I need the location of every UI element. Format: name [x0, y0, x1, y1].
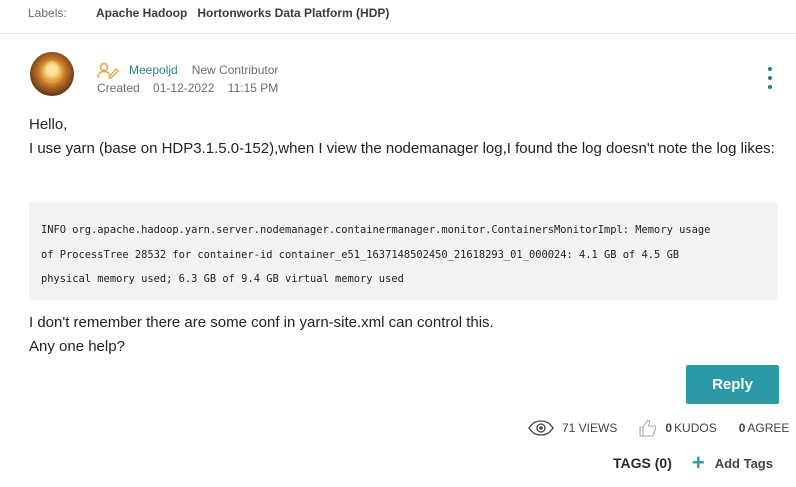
author-name[interactable]: Meepoljd	[129, 63, 178, 77]
stats-row: 71 VIEWS 0 KUDOS 0 AGREE	[528, 419, 789, 437]
kebab-dot	[768, 67, 772, 71]
body-line: I don't remember there are some conf in …	[29, 314, 494, 331]
label-hdp[interactable]: Hortonworks Data Platform (HDP)	[197, 6, 389, 20]
add-tags-button[interactable]: + Add Tags	[691, 450, 773, 475]
views-stat: 71 VIEWS	[528, 420, 639, 436]
post-body-continued: I don't remember there are some conf in …	[29, 311, 494, 359]
body-line: I use yarn (base on HDP3.1.5.0-152),when…	[29, 140, 775, 157]
labels-caption: Labels:	[28, 6, 67, 20]
eye-icon	[528, 420, 554, 436]
code-block: INFO org.apache.hadoop.yarn.server.nodem…	[29, 202, 778, 300]
reply-button[interactable]: Reply	[686, 365, 779, 404]
tags-label: TAGS (0)	[613, 455, 672, 471]
views-count: 71 VIEWS	[562, 421, 618, 435]
kebab-menu-icon[interactable]	[764, 67, 776, 89]
divider	[0, 33, 796, 34]
body-line: Any one help?	[29, 338, 125, 355]
kudos-stat[interactable]: 0 KUDOS	[639, 419, 738, 437]
body-line: Hello,	[29, 116, 68, 133]
code-line: INFO org.apache.hadoop.yarn.server.nodem…	[41, 224, 711, 236]
author-rank: New Contributor	[191, 63, 279, 77]
created-label: Created	[97, 81, 140, 95]
created-row: Created 01-12-2022 11:15 PM	[97, 81, 288, 95]
post-body: Hello, I use yarn (base on HDP3.1.5.0-15…	[29, 113, 789, 161]
kebab-dot	[768, 76, 772, 80]
agree-count: 0	[738, 421, 746, 435]
kudos-label: KUDOS	[674, 421, 717, 435]
pencil-person-icon	[97, 62, 119, 79]
kudos-count: 0	[665, 421, 673, 435]
author-row: Meepoljd New Contributor	[97, 61, 278, 79]
add-tags-label: Add Tags	[714, 455, 773, 471]
tags-row: TAGS (0) + Add Tags	[613, 450, 773, 475]
plus-icon: +	[691, 450, 705, 475]
created-time: 11:15 PM	[227, 81, 279, 95]
agree-stat: 0 AGREE	[739, 421, 790, 435]
avatar[interactable]	[30, 52, 74, 96]
code-line: physical memory used; 6.3 GB of 9.4 GB v…	[41, 273, 404, 285]
agree-label: AGREE	[747, 421, 790, 435]
created-date: 01-12-2022	[153, 81, 215, 95]
thumbs-up-icon[interactable]	[639, 419, 657, 437]
kebab-dot	[768, 85, 772, 89]
code-line: of ProcessTree 28532 for container-id co…	[41, 248, 680, 261]
label-apache-hadoop[interactable]: Apache Hadoop	[96, 6, 187, 20]
labels-row: Labels: Apache Hadoop Hortonworks Data P…	[28, 6, 399, 20]
